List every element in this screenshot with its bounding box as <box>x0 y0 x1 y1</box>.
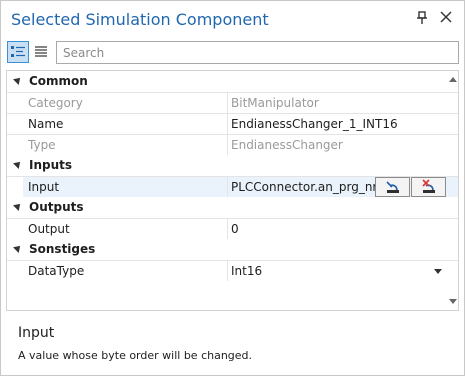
property-row-category[interactable]: Category BitManipulator <box>7 92 458 113</box>
category-common[interactable]: Common <box>7 71 458 92</box>
row-gutter <box>7 261 23 281</box>
property-name: Name <box>28 117 64 131</box>
title-bar: Selected Simulation Component <box>1 1 464 39</box>
name-value-field[interactable]: EndianessChanger_1_INT16 <box>231 117 398 131</box>
column-divider <box>227 261 228 281</box>
output-value-field[interactable]: 0 <box>231 222 239 236</box>
disconnect-signal-button[interactable] <box>411 177 446 197</box>
column-divider <box>227 219 228 239</box>
property-name: DataType <box>28 264 85 278</box>
property-grid: Common Category BitManipulator Name Endi… <box>6 70 459 311</box>
property-value: EndianessChanger <box>231 138 343 152</box>
category-label: Common <box>29 74 88 88</box>
row-gutter <box>7 219 23 239</box>
toolbar <box>1 39 464 68</box>
property-row-name[interactable]: Name EndianessChanger_1_INT16 <box>7 113 458 134</box>
column-divider <box>227 93 228 113</box>
description-pane: Input A value whose byte order will be c… <box>6 315 459 373</box>
row-gutter <box>7 177 23 197</box>
datatype-select[interactable]: Int16 <box>231 264 262 278</box>
category-inputs[interactable]: Inputs <box>7 155 458 176</box>
vertical-scrollbar[interactable] <box>448 71 458 310</box>
property-row-output[interactable]: Output 0 <box>7 218 458 239</box>
collapse-triangle-icon[interactable] <box>13 75 23 85</box>
search-input[interactable] <box>56 41 459 64</box>
property-row-input[interactable]: Input PLCConnector.an_prg_nr <box>7 176 458 197</box>
pin-icon[interactable] <box>415 11 429 27</box>
dropdown-arrow-icon[interactable] <box>434 269 442 274</box>
categorized-icon <box>11 46 25 57</box>
close-icon[interactable] <box>438 10 454 28</box>
alphabetical-view-button[interactable] <box>31 41 53 63</box>
property-name: Category <box>28 96 83 110</box>
category-label: Inputs <box>29 158 73 172</box>
property-row-type[interactable]: Type EndianessChanger <box>7 134 458 155</box>
column-divider <box>227 114 228 134</box>
category-sonstiges[interactable]: Sonstiges <box>7 239 458 260</box>
panel-title: Selected Simulation Component <box>11 10 269 29</box>
property-name: Output <box>28 222 70 236</box>
property-value: BitManipulator <box>231 96 319 110</box>
category-label: Outputs <box>29 200 84 214</box>
property-name: Input <box>28 180 60 194</box>
row-gutter <box>7 114 23 134</box>
category-label: Sonstiges <box>29 242 96 256</box>
description-text: A value whose byte order will be changed… <box>18 349 253 362</box>
collapse-triangle-icon[interactable] <box>13 243 23 253</box>
connect-signal-button[interactable] <box>375 177 410 197</box>
input-value-field[interactable]: PLCConnector.an_prg_nr <box>231 180 377 194</box>
categorized-view-button[interactable] <box>7 41 29 63</box>
description-title: Input <box>18 325 55 341</box>
properties-panel: Selected Simulation Component Search Com… <box>0 0 465 376</box>
column-divider <box>227 135 228 155</box>
row-gutter <box>7 93 23 113</box>
collapse-triangle-icon[interactable] <box>13 201 23 211</box>
connect-icon <box>386 181 399 193</box>
property-name: Type <box>28 138 56 152</box>
column-divider <box>227 177 228 197</box>
scroll-up-arrow-icon[interactable] <box>449 77 457 82</box>
scroll-down-arrow-icon[interactable] <box>449 299 457 304</box>
collapse-triangle-icon[interactable] <box>13 159 23 169</box>
category-outputs[interactable]: Outputs <box>7 197 458 218</box>
row-gutter <box>7 135 23 155</box>
disconnect-icon <box>422 179 435 193</box>
property-row-datatype[interactable]: DataType Int16 <box>7 260 458 281</box>
list-icon <box>35 46 47 57</box>
